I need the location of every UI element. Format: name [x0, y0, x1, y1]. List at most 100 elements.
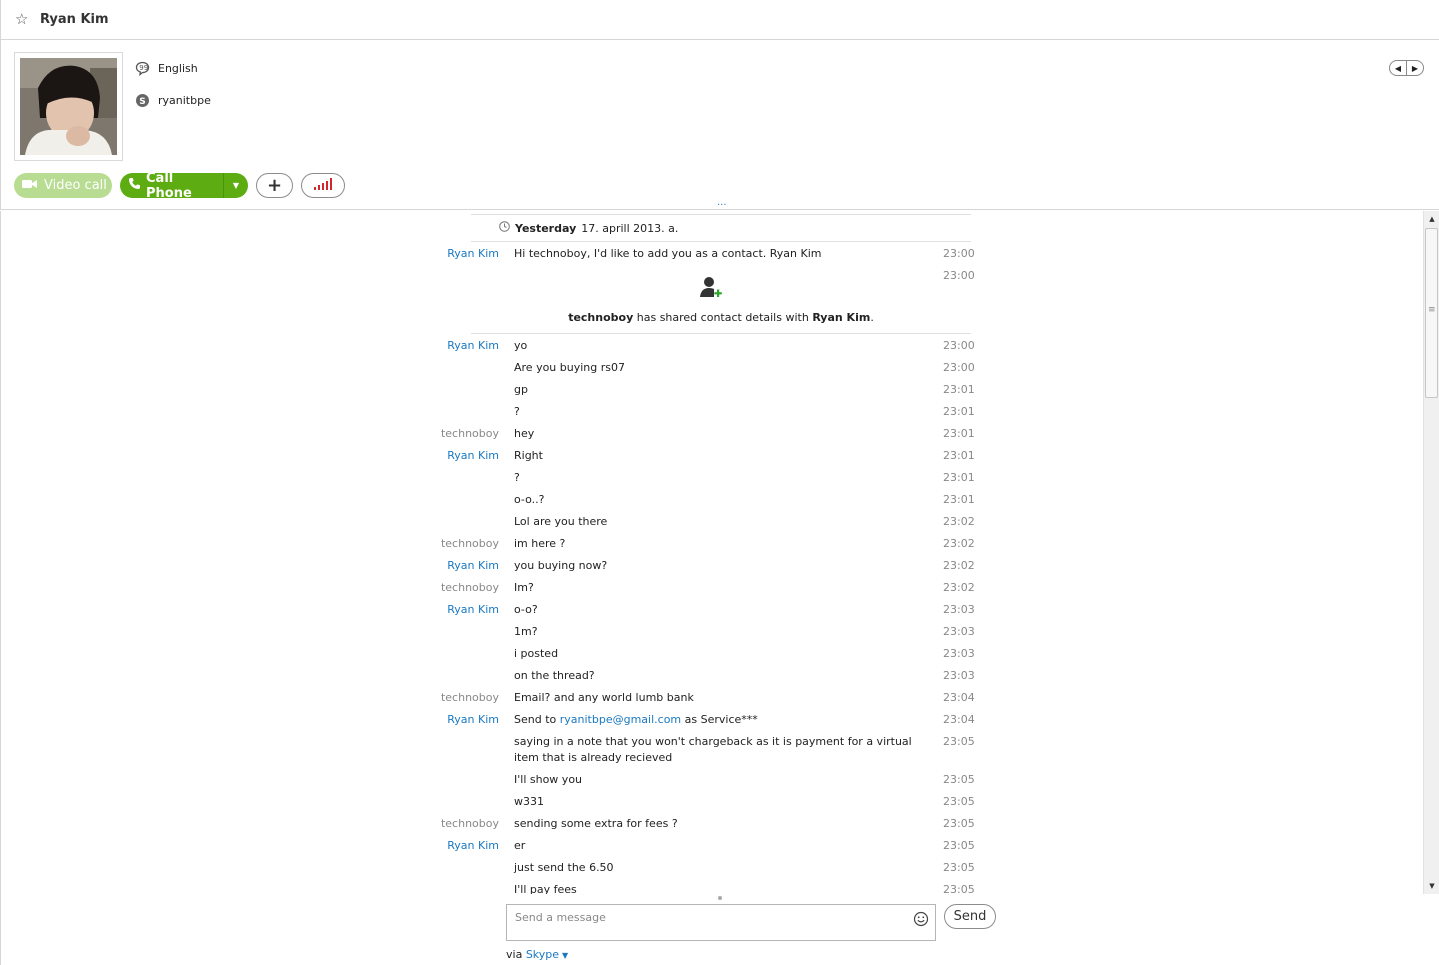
message-time: 23:05 — [943, 773, 975, 786]
message-text: yo — [514, 339, 528, 352]
chevron-down-icon[interactable]: ▼ — [562, 951, 568, 960]
message-time: 23:04 — [943, 691, 975, 704]
via-service-selector[interactable]: via Skype ▼ — [506, 948, 568, 961]
message-sender[interactable]: Ryan Kim — [447, 558, 499, 574]
message-time: 23:04 — [943, 713, 975, 726]
message-sender[interactable]: technoboy — [441, 536, 499, 552]
call-phone-button-group: Call Phone ▼ — [120, 171, 248, 201]
add-button[interactable]: + — [256, 173, 293, 198]
message-time: 23:02 — [943, 537, 975, 550]
message-text: you buying now? — [514, 559, 608, 572]
message-text: 1m? — [514, 625, 538, 638]
message-time: 23:00 — [943, 361, 975, 374]
message-text: i posted — [514, 647, 559, 660]
video-call-label: Video call — [44, 178, 107, 193]
message-sender[interactable]: technoboy — [441, 690, 499, 706]
contact-share-event: technoboy has shared contact details wit… — [471, 271, 971, 334]
contact-add-icon[interactable] — [699, 275, 723, 299]
message-text-part: Send to — [514, 713, 560, 726]
video-call-button[interactable]: Video call — [14, 173, 112, 198]
svg-text:S: S — [139, 97, 145, 107]
emoticon-icon[interactable] — [913, 911, 929, 927]
message-sender[interactable]: technoboy — [441, 426, 499, 442]
video-camera-icon — [22, 178, 38, 193]
message-text: I'll show you — [514, 773, 583, 786]
send-button[interactable]: Send — [944, 904, 996, 929]
date-value: 17. aprill 2013. a. — [581, 221, 679, 235]
contact-share-middle: has shared contact details with — [636, 311, 809, 324]
message-text: Im? — [514, 581, 534, 594]
arrow-right-icon[interactable]: ▶ — [1407, 61, 1423, 75]
avatar-frame[interactable] — [14, 52, 123, 161]
message-text: on the thread? — [514, 669, 595, 682]
message-sender[interactable]: Ryan Kim — [447, 838, 499, 854]
call-options-dropdown[interactable]: ▼ — [224, 181, 248, 190]
compose-resize-grip[interactable] — [718, 896, 722, 900]
message-time: 23:02 — [943, 581, 975, 594]
message-time: 23:03 — [943, 669, 975, 682]
message-text: Are you buying rs07 — [514, 361, 625, 374]
message-text: saying in a note that you won't chargeba… — [514, 735, 912, 764]
call-quality-button[interactable] — [301, 173, 345, 198]
call-phone-button[interactable]: Call Phone — [120, 171, 224, 201]
message-sender[interactable]: Ryan Kim — [447, 448, 499, 464]
arrow-left-icon[interactable]: ◀ — [1390, 61, 1407, 75]
profile-nav-arrows: ◀ ▶ — [1389, 60, 1424, 76]
phone-icon — [128, 177, 141, 194]
email-link[interactable]: ryanitbpe@gmail.com — [560, 713, 681, 726]
message-text: just send the 6.50 — [514, 861, 614, 874]
message-time: 23:02 — [943, 559, 975, 572]
star-icon[interactable]: ☆ — [15, 11, 31, 27]
message-text: ? — [514, 405, 520, 418]
via-service-name[interactable]: Skype — [526, 948, 559, 961]
message-text: hey — [514, 427, 535, 440]
message-text: Email? and any world lumb bank — [514, 691, 694, 704]
scrollbar-thumb[interactable] — [1425, 228, 1438, 398]
scroll-down-icon[interactable]: ▼ — [1424, 878, 1439, 894]
signal-strength-icon — [313, 178, 333, 193]
skype-name-label: ryanitbpe — [158, 94, 211, 107]
message-sender[interactable]: Ryan Kim — [447, 602, 499, 618]
clock-icon — [499, 221, 510, 235]
message-time: 23:01 — [943, 383, 975, 396]
speech-bubble-icon: 99 — [135, 61, 150, 76]
message-time: 23:03 — [943, 647, 975, 660]
message-time: 23:05 — [943, 861, 975, 874]
skype-name-row: S ryanitbpe — [135, 93, 211, 108]
message-time: 23:01 — [943, 427, 975, 440]
panel-splitter-handle[interactable]: ··· — [717, 200, 727, 211]
chevron-down-icon: ▼ — [232, 181, 240, 190]
message-text: Hi technoboy, I'd like to add you as a c… — [514, 247, 822, 260]
message-sender[interactable]: Ryan Kim — [447, 246, 499, 262]
message-time: 23:05 — [943, 839, 975, 852]
chat-history: Yesterday 17. aprill 2013. a. Ryan Kim H… — [0, 211, 1423, 894]
message-sender[interactable]: technoboy — [441, 580, 499, 596]
message-time: 23:01 — [943, 471, 975, 484]
plus-icon: + — [266, 174, 283, 196]
message-time: 23:02 — [943, 515, 975, 528]
date-separator: Yesterday 17. aprill 2013. a. — [471, 214, 971, 242]
message-time: 23:01 — [943, 405, 975, 418]
chat-scrollbar[interactable]: ▲ ▼ — [1423, 211, 1439, 894]
message-text: im here ? — [514, 537, 566, 550]
message-time: 23:05 — [943, 795, 975, 808]
message-time: 23:00 — [943, 339, 975, 352]
message-sender[interactable]: Ryan Kim — [447, 712, 499, 728]
message-text: Right — [514, 449, 543, 462]
message-sender[interactable]: technoboy — [441, 816, 499, 832]
contact-share-actor: technoboy — [568, 311, 634, 324]
message-sender[interactable]: Ryan Kim — [447, 338, 499, 354]
message-text: o-o..? — [514, 493, 545, 506]
scroll-up-icon[interactable]: ▲ — [1424, 211, 1439, 227]
message-text: w331 — [514, 795, 544, 808]
message-time: 23:03 — [943, 603, 975, 616]
contact-profile-panel: 99 English S ryanitbpe ◀ ▶ Video call Ca… — [0, 40, 1439, 210]
message-input[interactable]: Send a message — [506, 904, 936, 941]
message-time: 23:00 — [943, 247, 975, 260]
skype-logo-icon: S — [135, 93, 150, 108]
message-time: 23:03 — [943, 625, 975, 638]
contact-share-text: technoboy has shared contact details wit… — [471, 311, 971, 324]
language-label: English — [158, 62, 198, 75]
message-time: 23:05 — [943, 735, 975, 748]
contact-share-target: Ryan Kim — [812, 311, 871, 324]
